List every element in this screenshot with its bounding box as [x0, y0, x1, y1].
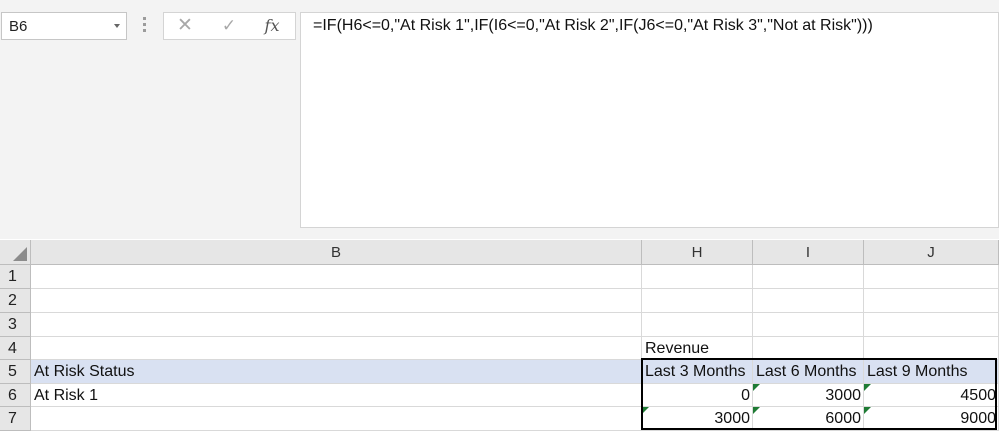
cell-b2[interactable] — [31, 289, 642, 313]
cancel-icon[interactable]: ✕ — [175, 15, 195, 37]
cell-b3[interactable] — [31, 313, 642, 337]
error-indicator-icon — [753, 407, 760, 414]
enter-icon[interactable]: ✓ — [219, 15, 239, 37]
column-header-i[interactable]: I — [753, 240, 864, 265]
cell-j4[interactable] — [864, 337, 999, 360]
cell-i6[interactable]: 3000 — [753, 384, 864, 407]
cell-i5[interactable]: Last 6 Months — [753, 360, 864, 384]
row-header-1[interactable]: 1 — [0, 265, 31, 289]
name-box-value: B6 — [9, 18, 28, 35]
cell-h7-value: 3000 — [714, 410, 750, 427]
cell-b6[interactable]: At Risk 1 — [31, 384, 642, 407]
cell-h2[interactable] — [642, 289, 753, 313]
cell-h5[interactable]: Last 3 Months — [642, 360, 753, 384]
name-box[interactable]: B6 — [1, 12, 127, 40]
cell-h3[interactable] — [642, 313, 753, 337]
cell-j5[interactable]: Last 9 Months — [864, 360, 999, 384]
insert-function-icon[interactable]: fx — [260, 15, 284, 37]
row-header-4[interactable]: 4 — [0, 337, 31, 360]
formula-buttons: ✕ ✓ fx — [163, 12, 296, 40]
cell-j7[interactable]: 9000 — [864, 407, 999, 431]
cell-b7[interactable] — [31, 407, 642, 431]
chevron-down-icon[interactable] — [114, 24, 120, 28]
cell-h7[interactable]: 3000 — [642, 407, 753, 431]
error-indicator-icon — [864, 407, 871, 414]
cell-i6-value: 3000 — [825, 387, 861, 404]
cell-j2[interactable] — [864, 289, 999, 313]
cell-j7-value: 9000 — [960, 410, 996, 427]
column-header-b[interactable]: B — [31, 240, 642, 265]
cell-h1[interactable] — [642, 265, 753, 289]
drag-handle-icon[interactable] — [143, 17, 147, 35]
row-header-2[interactable]: 2 — [0, 289, 31, 313]
cell-h6[interactable]: 0 — [642, 384, 753, 407]
column-header-j[interactable]: J — [864, 240, 999, 265]
cell-i4[interactable] — [753, 337, 864, 360]
select-all-button[interactable] — [0, 240, 31, 265]
row-header-5[interactable]: 5 — [0, 360, 31, 384]
cell-j1[interactable] — [864, 265, 999, 289]
cell-i2[interactable] — [753, 289, 864, 313]
cell-b5[interactable]: At Risk Status — [31, 360, 642, 384]
cell-j3[interactable] — [864, 313, 999, 337]
cell-i7[interactable]: 6000 — [753, 407, 864, 431]
error-indicator-icon — [864, 384, 871, 391]
formula-text: =IF(H6<=0,"At Risk 1",IF(I6<=0,"At Risk … — [313, 17, 873, 34]
row-header-6[interactable]: 6 — [0, 384, 31, 407]
spreadsheet-grid: B H I J 1 2 3 4 Revenue 5 At Risk Status… — [0, 240, 999, 437]
select-all-icon — [13, 247, 27, 261]
row-header-7[interactable]: 7 — [0, 407, 31, 431]
formula-input[interactable]: =IF(H6<=0,"At Risk 1",IF(I6<=0,"At Risk … — [300, 12, 999, 228]
formula-bar-area: B6 ✕ ✓ fx =IF(H6<=0,"At Risk 1",IF(I6<=0… — [0, 0, 999, 239]
error-indicator-icon — [642, 407, 649, 414]
cell-h4[interactable]: Revenue — [642, 337, 753, 360]
cell-i3[interactable] — [753, 313, 864, 337]
cell-j6[interactable]: 4500 — [864, 384, 999, 407]
error-indicator-icon — [753, 384, 760, 391]
row-header-3[interactable]: 3 — [0, 313, 31, 337]
column-header-h[interactable]: H — [642, 240, 753, 265]
cell-b1[interactable] — [31, 265, 642, 289]
cell-i7-value: 6000 — [825, 410, 861, 427]
cell-i1[interactable] — [753, 265, 864, 289]
cell-b4[interactable] — [31, 337, 642, 360]
cell-j6-value: 4500 — [960, 387, 996, 404]
